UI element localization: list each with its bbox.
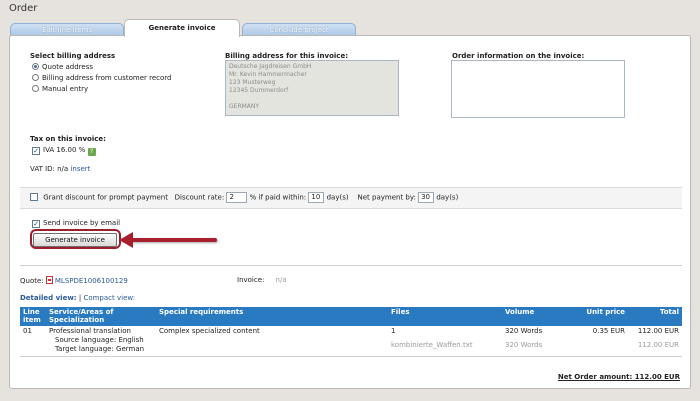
help-icon[interactable]: ? xyxy=(87,148,96,156)
files-count: 1 xyxy=(391,327,396,335)
tax-label: IVA 16.00 % xyxy=(43,146,86,154)
address-line: Deutsche Jagdreisen GmbH xyxy=(229,63,312,70)
net-payment-input[interactable]: 30 xyxy=(418,192,435,203)
address-line: GERMANY xyxy=(229,103,260,110)
order-info-textarea[interactable] xyxy=(451,60,625,118)
col-header-files: Files xyxy=(388,307,502,326)
col-header-line: Line item xyxy=(20,307,46,326)
order-info-heading: Order information on the invoice: xyxy=(452,52,585,60)
cell-total: 112.00 EUR 112.00 EUR xyxy=(628,326,682,355)
service-name: Professional translation xyxy=(49,327,131,335)
invoice-label: Invoice: xyxy=(237,276,265,284)
file-name[interactable]: kombinierte_Waffen.txt xyxy=(391,336,499,350)
days-label: day(s) xyxy=(436,193,459,202)
radio-quote[interactable] xyxy=(32,63,39,70)
billing-option-customer[interactable]: Billing address from customer record xyxy=(32,74,171,82)
col-header-service: Service/Areas of Specialization xyxy=(46,307,156,326)
discount-row: Grant discount for prompt payment Discou… xyxy=(20,187,682,209)
volume-value: 320 Words xyxy=(505,327,543,335)
tax-heading: Tax on this invoice: xyxy=(30,135,106,143)
table-header-row: Line item Service/Areas of Specializatio… xyxy=(20,307,682,326)
net-payment-label: Net payment by: xyxy=(357,193,416,202)
compact-view-link[interactable]: Compact view: xyxy=(83,294,135,302)
file-total: 112.00 EUR xyxy=(637,341,679,349)
address-line: 123 Musterweg xyxy=(229,79,276,86)
col-header-requirements: Special requirements xyxy=(156,307,388,326)
arrow-line xyxy=(131,238,217,242)
radio-manual[interactable] xyxy=(32,85,39,92)
tax-item[interactable]: ✓ IVA 16.00 % ? xyxy=(32,146,96,156)
invoice-value: n/a xyxy=(275,276,287,284)
billing-option-label: Quote address xyxy=(42,63,94,71)
divider xyxy=(20,356,682,357)
divider xyxy=(20,265,682,266)
invoice-row: Invoice: n/a xyxy=(237,276,287,284)
vat-insert-link[interactable]: insert xyxy=(70,165,90,173)
net-order-amount: Net Order amount: 112.00 EUR xyxy=(557,373,680,381)
paid-within-label: % if paid within: xyxy=(249,193,307,202)
paid-within-input[interactable]: 10 xyxy=(308,192,325,203)
billing-heading: Select billing address xyxy=(30,52,116,60)
radio-customer[interactable] xyxy=(32,74,39,81)
cell-service: Professional translation Source language… xyxy=(46,326,156,355)
tab-generate-invoice[interactable]: Generate invoice xyxy=(124,19,240,37)
billing-address-field[interactable]: Deutsche Jagdreisen GmbH Mr. Kevin Hamme… xyxy=(225,60,399,116)
address-line: 12345 Dummerdorf xyxy=(229,87,289,94)
cell-line: 01 xyxy=(23,327,32,335)
col-header-total: Total xyxy=(628,307,682,326)
cell-volume: 320 Words 320 Words xyxy=(502,326,572,355)
vat-label: VAT ID: n/a xyxy=(30,165,69,173)
page-title: Order xyxy=(9,3,38,14)
quote-label: Quote: xyxy=(20,277,44,285)
email-option[interactable]: ✓ Send invoice by email xyxy=(32,219,120,228)
quote-row: Quote: MLSPDE1006100129 xyxy=(20,276,128,285)
generate-invoice-button[interactable]: Generate invoice xyxy=(33,233,117,247)
view-separator: | xyxy=(78,294,82,302)
billing-option-manual[interactable]: Manual entry xyxy=(32,85,88,93)
invoice-panel: Select billing address Quote address Bil… xyxy=(9,35,691,389)
discount-label: Grant discount for prompt payment xyxy=(43,193,168,202)
address-line xyxy=(229,95,395,103)
discount-rate-label: Discount rate: xyxy=(174,193,225,202)
col-header-unit-price: Unit price xyxy=(572,307,628,326)
col-header-volume: Volume xyxy=(502,307,572,326)
quote-link[interactable]: MLSPDE1006100129 xyxy=(55,277,128,285)
discount-checkbox[interactable] xyxy=(30,192,38,201)
discount-rate-input[interactable]: 2 xyxy=(226,192,248,203)
vat-row: VAT ID: n/a insert xyxy=(30,165,90,173)
cell-unit-price: 0.35 EUR xyxy=(592,327,625,335)
email-label: Send invoice by email xyxy=(43,219,121,227)
total-value: 112.00 EUR xyxy=(637,327,679,335)
address-heading: Billing address for this invoice: xyxy=(225,52,349,60)
view-switcher: Detailed view: | Compact view: xyxy=(20,294,135,302)
file-volume: 320 Words xyxy=(505,341,543,349)
source-language: Source language: English xyxy=(55,336,144,344)
billing-option-label: Manual entry xyxy=(42,85,89,93)
cell-files: 1 kombinierte_Waffen.txt xyxy=(388,326,502,355)
email-checkbox[interactable]: ✓ xyxy=(32,220,40,228)
target-language: Target language: German xyxy=(55,345,145,353)
days-label: day(s) xyxy=(326,193,349,202)
table-row: 01 Professional translation Source langu… xyxy=(20,326,682,355)
detailed-view-link[interactable]: Detailed view: xyxy=(20,294,77,302)
pdf-icon[interactable] xyxy=(45,276,53,284)
billing-option-label: Billing address from customer record xyxy=(42,74,172,82)
billing-option-quote[interactable]: Quote address xyxy=(32,63,93,71)
tax-checkbox[interactable]: ✓ xyxy=(32,147,40,155)
line-items-table: Line item Service/Areas of Specializatio… xyxy=(20,307,682,355)
address-line: Mr. Kevin Hammermacher xyxy=(229,71,307,78)
cell-requirements: Complex specialized content xyxy=(159,327,260,335)
